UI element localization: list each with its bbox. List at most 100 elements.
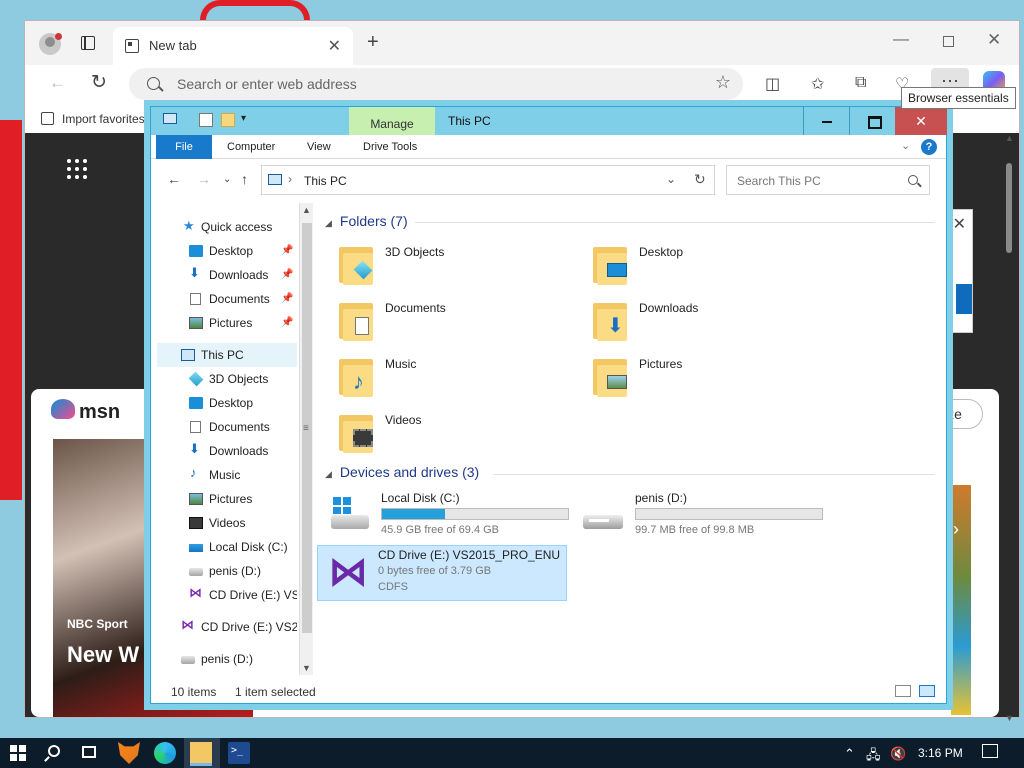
sidebar-item-downloads[interactable]: ⬇ Downloads 📌: [157, 263, 297, 287]
drive-local-disk-c[interactable]: Local Disk (C:) 45.9 GB free of 69.4 GB: [321, 489, 571, 541]
sidebar-item-cd-drive-e[interactable]: ⋈ CD Drive (E:) VS2: [157, 583, 297, 607]
expand-ribbon-icon[interactable]: ⌄: [901, 139, 910, 152]
forward-arrow-icon[interactable]: →: [197, 171, 211, 187]
back-icon[interactable]: ←: [49, 73, 66, 93]
show-hidden-icons-icon[interactable]: ⌃: [844, 746, 855, 762]
windows-start-icon[interactable]: [10, 745, 26, 761]
maximize-icon[interactable]: [943, 36, 954, 47]
tab-drive-tools[interactable]: Drive Tools: [363, 141, 417, 153]
sidebar-item-pictures[interactable]: Pictures 📌: [157, 311, 297, 335]
refresh-icon[interactable]: ↻: [91, 71, 107, 94]
downloads-icon: ⬇: [189, 441, 200, 456]
file-explorer-icon[interactable]: [190, 742, 212, 766]
close-icon[interactable]: ✕: [953, 214, 966, 234]
details-view-icon[interactable]: [895, 685, 911, 697]
refresh-icon[interactable]: ↻: [694, 171, 706, 188]
sidebar-item-documents[interactable]: Documents 📌: [157, 287, 297, 311]
sidebar-item-pictures-pc[interactable]: Pictures: [157, 487, 297, 511]
sidebar-item-3d-objects[interactable]: 3D Objects: [157, 367, 297, 391]
tab-actions-icon[interactable]: [81, 36, 95, 50]
back-arrow-icon[interactable]: ←: [167, 171, 181, 187]
sidebar-item-downloads-pc[interactable]: ⬇ Downloads: [157, 439, 297, 463]
notifications-icon[interactable]: [982, 744, 998, 758]
large-icons-view-icon[interactable]: [919, 685, 935, 697]
explorer-title-bar[interactable]: ▾ Manage This PC ✕: [151, 107, 947, 135]
msn-logo[interactable]: msn: [79, 401, 120, 424]
maximize-button[interactable]: [849, 107, 895, 135]
quick-access-dropdown-icon[interactable]: ▾: [241, 113, 246, 124]
collapse-icon[interactable]: ◢: [325, 218, 332, 228]
folders-group-header[interactable]: ◢ Folders (7): [325, 213, 408, 229]
folder-pictures[interactable]: Pictures: [579, 355, 819, 403]
collapse-icon[interactable]: ◢: [325, 469, 332, 479]
firefox-icon[interactable]: [118, 742, 140, 764]
address-input[interactable]: Search or enter web address: [177, 76, 357, 92]
sidebar-item-music[interactable]: ♪ Music: [157, 463, 297, 487]
sidebar-item-videos[interactable]: Videos: [157, 511, 297, 535]
favorites-icon[interactable]: ✩: [811, 74, 824, 94]
sidebar-item-desktop-pc[interactable]: Desktop: [157, 391, 297, 415]
edge-icon[interactable]: [154, 742, 176, 764]
drive-cd-e[interactable]: ⋈ CD Drive (E:) VS2015_PRO_ENU 0 bytes f…: [317, 545, 567, 601]
minimize-icon[interactable]: —: [893, 31, 909, 49]
apps-grid-icon[interactable]: [67, 159, 87, 179]
up-arrow-icon[interactable]: ↑: [241, 171, 248, 187]
new-folder-icon[interactable]: [221, 113, 235, 127]
navigation-pane-scrollbar[interactable]: ▲ ≡ ▼: [299, 203, 313, 675]
collections-icon[interactable]: ⧉: [855, 74, 866, 92]
drives-group-header[interactable]: ◢ Devices and drives (3): [325, 464, 479, 480]
tab-computer[interactable]: Computer: [227, 141, 275, 153]
search-icon[interactable]: [48, 745, 60, 757]
folder-downloads[interactable]: ⬇ Downloads: [579, 299, 819, 347]
breadcrumb[interactable]: This PC: [304, 174, 347, 188]
folder-desktop[interactable]: Desktop: [579, 243, 819, 291]
folder-documents[interactable]: Documents: [325, 299, 565, 347]
split-screen-icon[interactable]: ◫: [765, 74, 780, 94]
manage-tab[interactable]: Manage: [349, 107, 435, 135]
recent-locations-icon[interactable]: ⌄: [223, 174, 231, 185]
new-tab-button[interactable]: +: [367, 31, 379, 54]
popup-action-button[interactable]: [956, 284, 972, 314]
folder-3d-objects[interactable]: 3D Objects: [325, 243, 565, 291]
folder-music[interactable]: ♪ Music: [325, 355, 565, 403]
browser-scrollbar[interactable]: ▲ ▼: [1005, 133, 1014, 723]
help-icon[interactable]: ?: [921, 139, 937, 155]
sidebar-item-documents-pc[interactable]: Documents: [157, 415, 297, 439]
next-arrow-icon[interactable]: ›: [953, 519, 959, 540]
address-dropdown-icon[interactable]: ⌄: [666, 172, 676, 186]
tab-new-tab[interactable]: New tab ✕: [113, 27, 353, 65]
import-favorites-link[interactable]: Import favorites: [62, 112, 145, 126]
sidebar-item-quick-access[interactable]: ★ Quick access: [157, 215, 297, 239]
search-icon[interactable]: [908, 175, 918, 185]
scroll-down-icon[interactable]: ▼: [302, 663, 311, 673]
sidebar-item-drive-d[interactable]: penis (D:): [157, 559, 297, 583]
folder-videos[interactable]: Videos: [325, 411, 565, 459]
scroll-up-icon[interactable]: ▲: [302, 205, 311, 215]
powershell-icon[interactable]: [228, 742, 250, 764]
task-view-icon[interactable]: [82, 746, 96, 758]
tab-file[interactable]: File: [156, 135, 212, 159]
sidebar-item-this-pc[interactable]: This PC: [157, 343, 297, 367]
scroll-down-icon[interactable]: ▼: [1005, 713, 1014, 723]
volume-muted-icon[interactable]: 🔇: [890, 746, 906, 762]
minimize-button[interactable]: [803, 107, 849, 135]
close-window-icon[interactable]: ✕: [987, 30, 1001, 50]
close-tab-icon[interactable]: ✕: [328, 36, 341, 56]
address-bar[interactable]: Search or enter web address ☆: [129, 68, 743, 100]
search-input[interactable]: Search This PC: [726, 165, 930, 195]
add-favorite-icon[interactable]: ☆: [715, 72, 731, 93]
sidebar-item-cd-drive-e-root[interactable]: ⋈ CD Drive (E:) VS20: [157, 615, 297, 639]
sidebar-item-local-disk-c[interactable]: Local Disk (C:): [157, 535, 297, 559]
network-icon[interactable]: 🖧: [866, 746, 881, 768]
address-bar[interactable]: › This PC ⌄ ↻: [261, 165, 715, 195]
scroll-up-icon[interactable]: ▲: [1005, 133, 1014, 143]
drive-d[interactable]: penis (D:) 99.7 MB free of 99.8 MB: [575, 489, 825, 541]
clock[interactable]: 3:16 PM: [918, 746, 963, 760]
sidebar-item-drive-d-root[interactable]: penis (D:): [157, 647, 297, 671]
tab-view[interactable]: View: [307, 141, 331, 153]
properties-icon[interactable]: [199, 113, 213, 127]
close-button[interactable]: ✕: [895, 107, 947, 135]
breadcrumb-chevron-icon[interactable]: ›: [288, 172, 292, 186]
sidebar-item-desktop[interactable]: Desktop 📌: [157, 239, 297, 263]
scroll-thumb[interactable]: [1006, 163, 1012, 253]
